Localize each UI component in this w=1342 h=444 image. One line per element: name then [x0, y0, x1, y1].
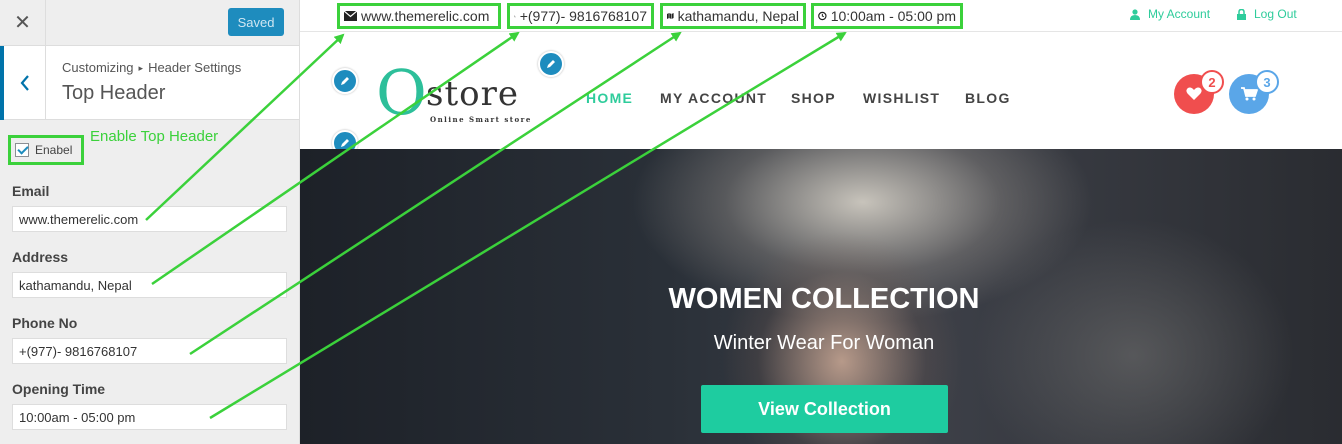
edit-shortcut-logo[interactable]	[332, 68, 358, 94]
breadcrumb-root: Customizing	[62, 60, 134, 75]
logout-text: Log Out	[1254, 7, 1297, 21]
topbar-phone-text: +(977)- 9816768107	[519, 8, 647, 24]
enable-label: Enabel	[35, 143, 73, 157]
phone-field[interactable]: +(977)- 9816768107	[12, 338, 287, 364]
wishlist-button[interactable]: 2	[1174, 70, 1224, 114]
section-header: Customizing ▸ Header Settings Top Header	[0, 46, 299, 120]
lock-icon	[1237, 8, 1246, 20]
topbar-address[interactable]: kathamandu, Nepal	[660, 3, 806, 29]
back-arrow-icon[interactable]	[0, 46, 46, 120]
address-field[interactable]: kathamandu, Nepal	[12, 272, 287, 298]
phone-label: Phone No	[12, 315, 78, 331]
customizer-sidebar: ✕ Saved Customizing ▸ Header Settings Top …	[0, 0, 300, 444]
topbar-email-text: www.themerelic.com	[361, 8, 490, 24]
hero-banner: WOMEN COLLECTION Winter Wear For Woman V…	[300, 149, 1342, 444]
user-icon	[1130, 8, 1140, 20]
opening-time-field[interactable]: 10:00am - 05:00 pm	[12, 404, 287, 430]
site-preview: www.themerelic.com +(977)- 9816768107 ka…	[300, 0, 1342, 444]
annotation-text: Enable Top Header	[90, 128, 219, 145]
cart-icon	[1240, 87, 1258, 101]
map-icon	[667, 12, 674, 20]
site-logo[interactable]: O store Online Smart store	[376, 62, 536, 130]
enable-top-header-toggle[interactable]: Enabel	[8, 135, 84, 165]
topbar-hours-text: 10:00am - 05:00 pm	[830, 8, 956, 24]
my-account-link[interactable]: My Account	[1130, 7, 1210, 21]
nav-shop[interactable]: SHOP	[791, 90, 836, 106]
site-header: O store Online Smart store HOME MY ACCOU…	[300, 32, 1342, 156]
close-icon[interactable]: ✕	[0, 0, 46, 45]
breadcrumb: Customizing ▸ Header Settings	[62, 60, 241, 75]
edit-shortcut-menu[interactable]	[538, 51, 564, 77]
nav-my-account[interactable]: MY ACCOUNT	[660, 90, 767, 106]
topbar-email[interactable]: www.themerelic.com	[337, 3, 501, 29]
opening-time-label: Opening Time	[12, 381, 106, 397]
phone-icon	[514, 14, 516, 17]
wishlist-count-badge: 2	[1200, 70, 1224, 94]
saved-button[interactable]: Saved	[228, 8, 284, 36]
address-label: Address	[12, 249, 69, 265]
nav-home[interactable]: HOME	[586, 90, 633, 106]
topbar-address-text: kathamandu, Nepal	[677, 8, 799, 24]
logo-tagline: Online Smart store	[430, 115, 532, 124]
topbar-hours[interactable]: 10:00am - 05:00 pm	[811, 3, 963, 29]
hero-title: WOMEN COLLECTION	[668, 283, 980, 315]
cart-count-badge: 3	[1255, 70, 1279, 94]
email-label: Email	[12, 183, 50, 199]
logo-letter: O	[376, 56, 427, 129]
hero-subtitle: Winter Wear For Woman	[713, 332, 935, 354]
logo-text: store	[426, 74, 519, 114]
cart-button[interactable]: 3	[1229, 70, 1279, 114]
my-account-text: My Account	[1148, 7, 1211, 21]
pencil-icon	[341, 139, 349, 147]
section-title: Top Header	[62, 82, 166, 104]
email-field[interactable]: www.themerelic.com	[12, 206, 287, 232]
top-header-bar: www.themerelic.com +(977)- 9816768107 ka…	[300, 0, 1342, 32]
topbar-phone[interactable]: +(977)- 9816768107	[507, 3, 654, 29]
pencil-icon	[547, 60, 555, 68]
logout-link[interactable]: Log Out	[1237, 7, 1297, 21]
clock-icon	[818, 11, 827, 21]
pencil-icon	[341, 77, 349, 85]
breadcrumb-separator-icon: ▸	[138, 63, 144, 73]
view-collection-button[interactable]: View Collection	[701, 385, 948, 433]
enable-checkbox[interactable]	[15, 143, 29, 157]
nav-wishlist[interactable]: WISHLIST	[863, 90, 940, 106]
heart-icon	[1186, 87, 1202, 100]
customizer-toolbar: ✕ Saved	[0, 0, 299, 46]
breadcrumb-current: Header Settings	[148, 60, 242, 75]
envelope-icon	[344, 11, 357, 21]
nav-blog[interactable]: BLOG	[965, 90, 1011, 106]
